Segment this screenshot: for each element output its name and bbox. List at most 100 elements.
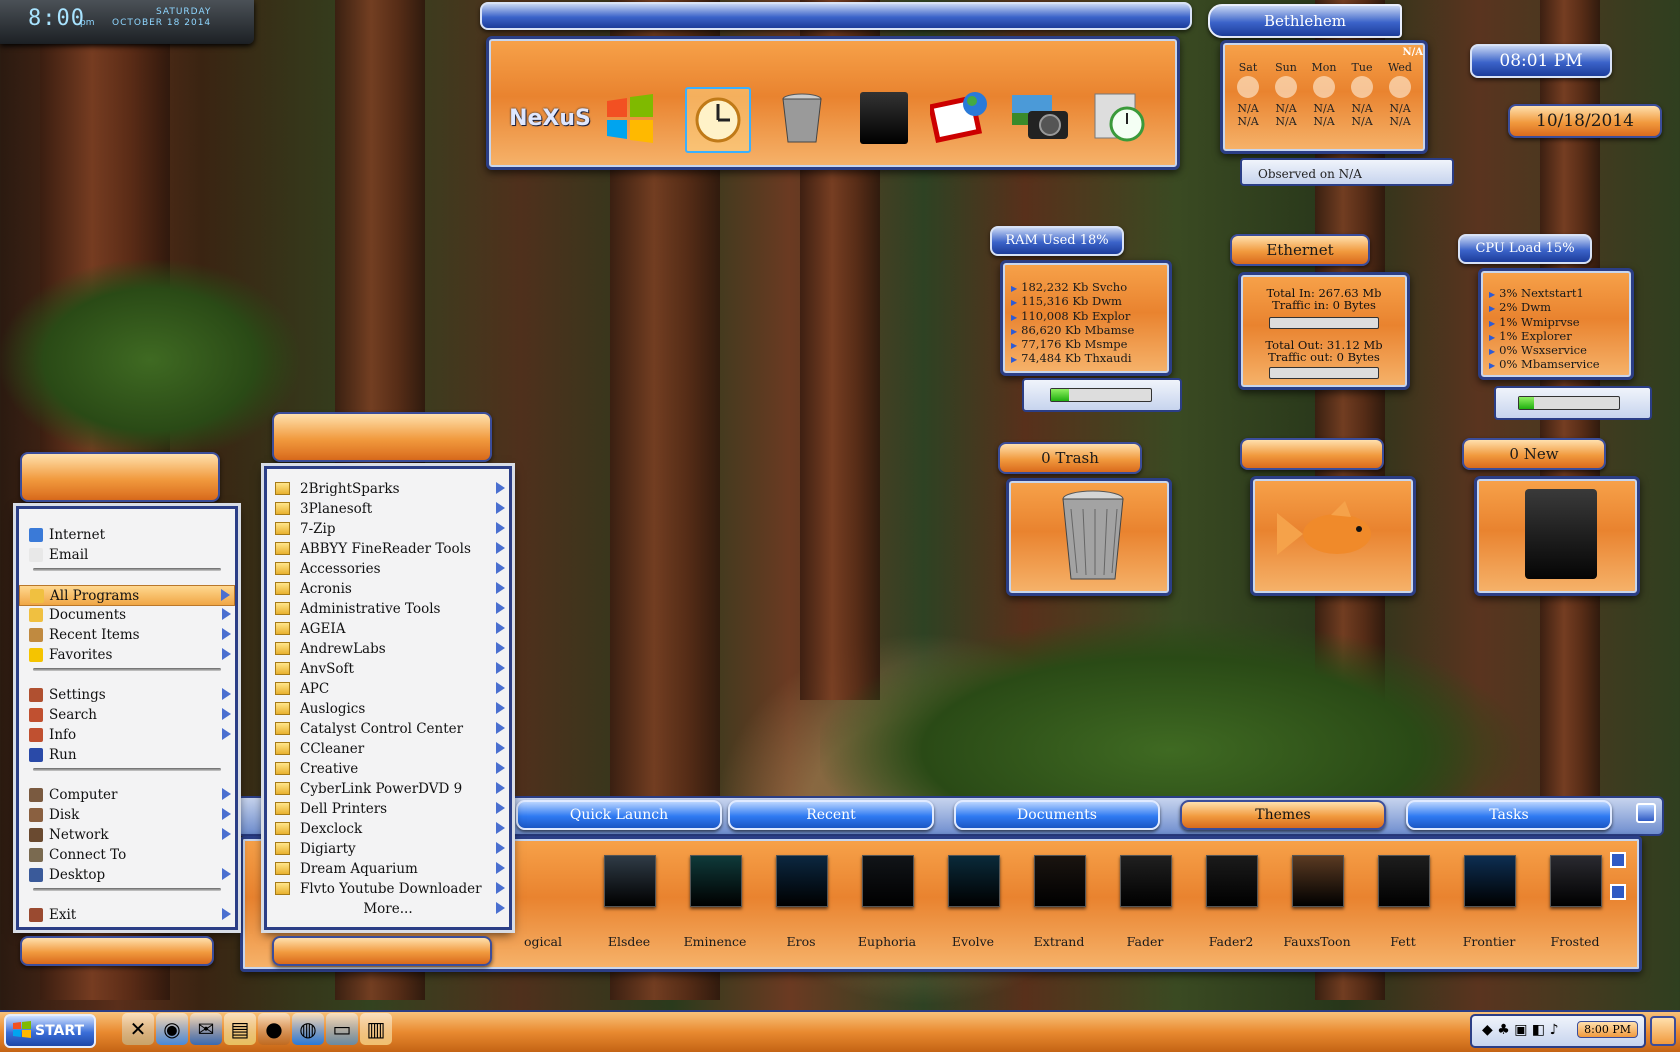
folder-icon[interactable]: ▤ [224,1013,256,1045]
theme-thumbnail[interactable] [1292,855,1344,907]
trash-icon[interactable] [771,87,833,149]
theme-thumbnail[interactable] [1034,855,1086,907]
start-item-disk[interactable]: Disk [19,805,235,824]
programs-more[interactable]: More... [267,899,509,918]
theme-label[interactable]: Extrand [1016,934,1102,949]
program-folder-item[interactable]: AnvSoft [267,659,509,678]
program-folder-item[interactable]: AGEIA [267,619,509,638]
theme-label[interactable]: Eminence [672,934,758,949]
trash-widget[interactable] [1006,478,1172,596]
theme-thumbnail[interactable] [1378,855,1430,907]
tab-themes[interactable]: Themes [1180,800,1386,830]
program-folder-item[interactable]: Dexclock [267,819,509,838]
tab-documents[interactable]: Documents [954,800,1160,830]
theme-label[interactable]: Eros [758,934,844,949]
theme-thumbnail[interactable] [690,855,742,907]
submenu-arrow-icon [496,822,505,834]
start-item-network[interactable]: Network [19,825,235,844]
book-icon[interactable]: ▥ [360,1013,392,1045]
theme-label[interactable]: Fader [1102,934,1188,949]
tab-tasks[interactable]: Tasks [1406,800,1612,830]
theme-label[interactable]: Evolve [930,934,1016,949]
start-item-info[interactable]: Info [19,725,235,744]
media-icon[interactable]: ● [258,1013,290,1045]
tools-icon[interactable]: ✕ [122,1013,154,1045]
program-folder-item[interactable]: Flvto Youtube Downloader [267,879,509,898]
program-folder-item[interactable]: CyberLink PowerDVD 9 [267,779,509,798]
theme-thumbnail[interactable] [1120,855,1172,907]
start-item-email[interactable]: Email [19,545,235,564]
theme-thumbnail[interactable] [948,855,1000,907]
program-folder-item[interactable]: 2BrightSparks [267,479,509,498]
tabbar-menu-button[interactable] [1636,803,1656,823]
start-button[interactable]: START [4,1014,96,1048]
start-item-favorites[interactable]: Favorites [19,645,235,664]
program-folder-item[interactable]: APC [267,679,509,698]
theme-label[interactable]: Elsdee [586,934,672,949]
start-item-all-programs[interactable]: All Programs [19,585,235,606]
start-item-connect-to[interactable]: Connect To [19,845,235,864]
theme-thumbnail[interactable] [604,855,656,907]
tab-quick-launch[interactable]: Quick Launch [516,800,722,830]
program-folder-item[interactable]: Administrative Tools [267,599,509,618]
thunderbird-icon[interactable]: ✉ [190,1013,222,1045]
theme-label[interactable]: ogical [500,934,586,949]
program-folder-item[interactable]: Catalyst Control Center [267,719,509,738]
globe-icon[interactable]: ◉ [156,1013,188,1045]
start-item-recent-items[interactable]: Recent Items [19,625,235,644]
program-folder-item[interactable]: CCleaner [267,739,509,758]
tray-icons[interactable]: ◆ ♣ ▣ ◧ ♪ [1482,1022,1559,1038]
program-folder-item[interactable]: Dell Printers [267,799,509,818]
theme-thumbnail[interactable] [1550,855,1602,907]
nexus-logo-icon[interactable]: NeXuS [509,87,591,149]
windows-logo-icon[interactable] [599,87,661,149]
mail-widget[interactable] [1474,476,1640,596]
cpu-usage-meter [1518,396,1620,410]
theme-label[interactable]: Frontier [1446,934,1532,949]
theme-thumbnail[interactable] [1464,855,1516,907]
theme-label[interactable]: Fader2 [1188,934,1274,949]
program-folder-item[interactable]: AndrewLabs [267,639,509,658]
clock-icon[interactable] [685,87,751,153]
start-item-computer[interactable]: Computer [19,785,235,804]
scroll-up-button[interactable] [1610,852,1626,868]
monitor-icon[interactable]: ▭ [326,1013,358,1045]
desktop-clock-widget[interactable]: 8:00 pm SATURDAY OCTOBER 18 2014 [0,0,254,44]
black-box-icon[interactable] [853,87,915,149]
theme-label[interactable]: FauxsToon [1274,934,1360,949]
paint-icon[interactable] [929,87,991,149]
submenu-arrow-icon [496,802,505,814]
start-item-exit[interactable]: Exit [19,905,235,924]
program-folder-item[interactable]: 7-Zip [267,519,509,538]
show-desktop-button[interactable] [1650,1016,1676,1046]
theme-label[interactable]: Frosted [1532,934,1618,949]
network-globe-icon[interactable]: ◍ [292,1013,324,1045]
theme-thumbnail[interactable] [862,855,914,907]
start-item-desktop[interactable]: Desktop [19,865,235,884]
program-folder-item[interactable]: Digiarty [267,839,509,858]
theme-thumbnail[interactable] [1206,855,1258,907]
start-item-search[interactable]: Search [19,705,235,724]
theme-thumbnail[interactable] [776,855,828,907]
program-folder-item[interactable]: Dream Aquarium [267,859,509,878]
program-folder-item[interactable]: ABBYY FineReader Tools [267,539,509,558]
theme-label[interactable]: Fett [1360,934,1446,949]
aquarium-widget[interactable] [1250,476,1416,596]
start-item-settings[interactable]: Settings [19,685,235,704]
scroll-down-button[interactable] [1610,884,1626,900]
start-item-documents[interactable]: Documents [19,605,235,624]
dock-title-bar[interactable] [480,2,1192,30]
program-folder-item[interactable]: Creative [267,759,509,778]
program-folder-item[interactable]: Auslogics [267,699,509,718]
theme-label[interactable]: Euphoria [844,934,930,949]
program-folder-item[interactable]: 3Planesoft [267,499,509,518]
tab-recent[interactable]: Recent [728,800,934,830]
start-item-internet[interactable]: Internet [19,525,235,544]
program-folder-item[interactable]: Acronis [267,579,509,598]
program-folder-item[interactable]: Accessories [267,559,509,578]
tray-clock[interactable]: 8:00 PM [1577,1021,1638,1038]
camera-icon[interactable] [1009,87,1071,149]
start-item-run[interactable]: Run [19,745,235,764]
submenu-arrow-icon [496,522,505,534]
clock-utility-icon[interactable] [1089,87,1151,149]
